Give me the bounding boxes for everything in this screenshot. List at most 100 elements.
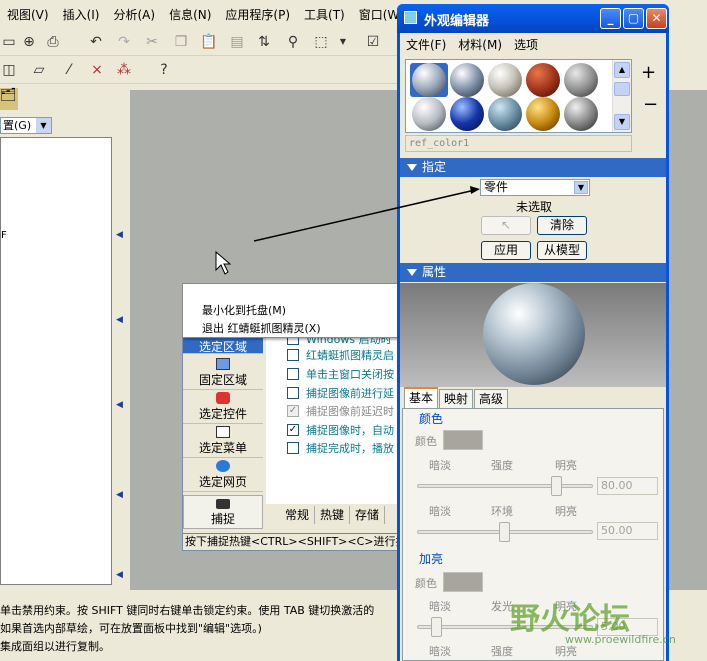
properties-section-header[interactable]: 属性 [400, 263, 666, 282]
select-pointer-button[interactable]: ↖ [481, 216, 531, 235]
menu-applications[interactable]: 应用程序(P) [218, 6, 297, 23]
option-delay[interactable]: 捕捉图像前进行延 [287, 384, 400, 402]
menu-file[interactable]: 文件(F) [400, 36, 452, 53]
checkbox[interactable] [287, 349, 299, 361]
minimize-button[interactable]: _ [600, 8, 621, 29]
assign-target-select[interactable]: 零件 ▼ [480, 179, 590, 196]
tree-settings-icon[interactable]: 🗂 [0, 88, 17, 103]
close-button[interactable]: ✕ [646, 8, 667, 29]
csys-icon[interactable]: ⁂ [115, 61, 133, 79]
undo-icon[interactable]: ↶ [87, 33, 105, 51]
appearance-name-field[interactable]: ref_color1 [405, 135, 632, 152]
whats-this-icon[interactable]: ? [155, 61, 173, 79]
ambient-slider-thumb[interactable] [499, 522, 510, 542]
option-autostart[interactable]: 红蜻蜓抓图精灵启 [287, 346, 400, 364]
tab-hotkeys[interactable]: 热键 [315, 506, 351, 524]
swatch[interactable] [450, 97, 484, 131]
print-icon[interactable]: ⎙ [44, 33, 62, 51]
lock-icon[interactable]: ⊕ [20, 33, 38, 51]
sketch-icon[interactable]: ☑ [364, 33, 382, 51]
menu-tools[interactable]: 工具(T) [297, 6, 352, 23]
shine-slider-thumb[interactable] [431, 617, 442, 637]
checkbox[interactable] [287, 387, 299, 399]
swatch[interactable] [412, 97, 446, 131]
capture-button[interactable]: 捕捉 [183, 495, 263, 529]
collapse-arrow-icon[interactable]: ◀ [116, 490, 123, 500]
intensity-track[interactable] [417, 484, 593, 488]
model-tree[interactable]: F [0, 137, 112, 585]
highlight-color-swatch[interactable] [443, 572, 483, 592]
axis-icon[interactable]: ⁄ [60, 61, 78, 79]
scroll-down-icon[interactable]: ▼ [614, 114, 630, 130]
collapse-arrow-icon[interactable]: ◀ [116, 315, 123, 325]
checkbox[interactable] [287, 442, 299, 454]
redo-icon[interactable]: ↷ [115, 33, 133, 51]
select-box-icon[interactable]: ⬚ [312, 33, 330, 51]
swatch[interactable] [564, 63, 598, 97]
option-play-sound[interactable]: 捕捉完成时，播放 [287, 439, 400, 457]
tree-item[interactable]: F [1, 230, 7, 241]
assign-section-header[interactable]: 指定 [400, 158, 666, 177]
nav-selected-region[interactable]: 选定区域 [183, 338, 263, 354]
regenerate-icon[interactable]: ⇅ [255, 33, 273, 51]
collapse-arrow-icon[interactable]: ◀ [116, 570, 123, 580]
new-icon[interactable]: ▭ [0, 33, 18, 51]
menu-exit[interactable]: 退出 红蜻蜓抓图精灵(X) [202, 320, 321, 336]
menu-minimize-to-tray[interactable]: 最小化到托盘(M) [202, 302, 286, 318]
clear-button[interactable]: 清除 [537, 216, 587, 235]
menu-info[interactable]: 信息(N) [162, 6, 218, 23]
swatch[interactable] [488, 63, 522, 97]
menu-insert[interactable]: 插入(I) [56, 6, 107, 23]
plane-icon[interactable]: ⏥ [30, 61, 48, 79]
palette-scrollbar[interactable]: ▲ ▼ [612, 60, 631, 132]
nav-selected-webpage[interactable]: 选定网页 [183, 458, 263, 492]
swatch[interactable] [564, 97, 598, 131]
paste-special-icon[interactable]: ▤ [228, 33, 246, 51]
intensity-slider-thumb[interactable] [551, 476, 562, 496]
menu-material[interactable]: 材料(M) [452, 36, 508, 53]
swatch[interactable] [526, 97, 560, 131]
checkbox[interactable] [287, 368, 299, 380]
find-icon[interactable]: ⚲ [284, 33, 302, 51]
maximize-button[interactable]: ▢ [623, 8, 644, 29]
tab-map[interactable]: 映射 [439, 389, 474, 408]
collapse-arrow-icon[interactable]: ◀ [116, 230, 123, 240]
menu-view[interactable]: 视图(V) [0, 6, 56, 23]
dropdown-icon[interactable]: ▼ [334, 33, 352, 51]
color-swatch[interactable] [443, 430, 483, 450]
paste-icon[interactable]: 📋 [200, 33, 218, 51]
collapse-arrow-icon[interactable]: ◀ [116, 400, 123, 410]
tab-basic[interactable]: 基本 [404, 387, 439, 408]
point-icon[interactable]: × [88, 61, 106, 79]
intensity-value[interactable]: 80.00 [597, 477, 658, 495]
from-model-button[interactable]: 从模型 [537, 241, 587, 260]
nav-selected-control[interactable]: 选定控件 [183, 390, 263, 424]
checkbox[interactable]: ✓ [287, 405, 299, 417]
menu-options[interactable]: 选项 [508, 36, 544, 53]
option-close-button[interactable]: 单击主窗口关闭按 [287, 365, 400, 383]
option-delay-time[interactable]: ✓ 捕捉图像前延迟时 [287, 402, 400, 420]
ambient-value[interactable]: 50.00 [597, 522, 658, 540]
plane-display-icon[interactable]: ◫ [0, 61, 18, 79]
nav-selected-menu[interactable]: 选定菜单 [183, 424, 263, 458]
tab-general[interactable]: 常规 [280, 506, 316, 524]
apply-button[interactable]: 应用 [481, 241, 531, 260]
cut-icon[interactable]: ✂ [143, 33, 161, 51]
tab-advanced[interactable]: 高级 [474, 389, 509, 408]
splitter[interactable]: ◀ ◀ ◀ ◀ ◀ [116, 90, 124, 590]
checkbox[interactable]: ✓ [287, 424, 299, 436]
nav-fixed-region[interactable]: 固定区域 [183, 356, 263, 390]
add-appearance-icon[interactable]: + [641, 62, 656, 83]
option-auto[interactable]: ✓ 捕捉图像时，自动 [287, 421, 400, 439]
tab-storage[interactable]: 存储 [350, 506, 386, 524]
swatch[interactable] [450, 63, 484, 97]
scroll-up-icon[interactable]: ▲ [614, 62, 630, 78]
tree-settings-combo[interactable]: 置(G) ▼ [0, 117, 52, 134]
copy-icon[interactable]: ❐ [172, 33, 190, 51]
swatch[interactable] [488, 97, 522, 131]
swatch[interactable] [526, 63, 560, 97]
scroll-thumb[interactable] [614, 82, 630, 96]
swatch[interactable] [412, 63, 446, 97]
menu-analysis[interactable]: 分析(A) [106, 6, 162, 23]
remove-appearance-icon[interactable]: − [643, 94, 658, 115]
